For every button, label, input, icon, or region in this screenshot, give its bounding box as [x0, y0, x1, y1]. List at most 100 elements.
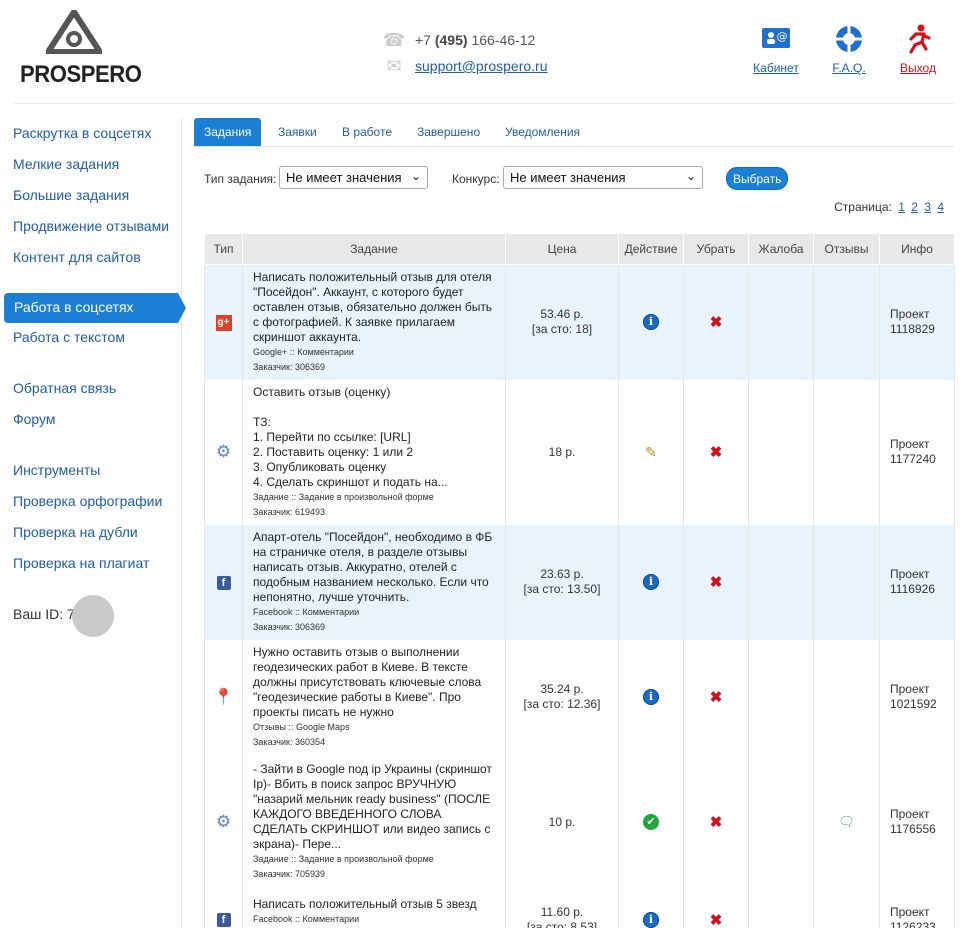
task-text: Оставить отзыв (оценку) ТЗ: 1. Перейти п… — [253, 384, 448, 489]
remove-icon[interactable]: ✖ — [710, 314, 723, 331]
remove-icon[interactable]: ✖ — [710, 814, 723, 831]
action-cell: i — [618, 264, 684, 380]
task-type-select[interactable]: Не имеет значения ⌄ — [279, 166, 428, 189]
sidebar-item-big-tasks[interactable]: Большие задания — [13, 187, 129, 203]
page-link[interactable]: 4 — [937, 200, 944, 214]
col-task[interactable]: Задание — [242, 233, 506, 265]
info-cell: Проект 1176556 — [879, 754, 955, 890]
table-header-row: Тип Задание Цена Действие Убрать Жалоба … — [204, 233, 955, 265]
page-link[interactable]: 3 — [924, 200, 931, 214]
complaint-cell — [748, 889, 814, 928]
tab-applications[interactable]: Заявки — [268, 118, 327, 146]
price-per-hundred: [за сто: 13.50] — [523, 582, 601, 596]
chevron-down-icon: ⌄ — [410, 169, 421, 183]
comment-icon[interactable]: 🗨 — [838, 814, 855, 829]
reviews-cell — [813, 524, 880, 640]
info-icon[interactable]: i — [643, 911, 659, 928]
info-cell: Проект 1116926 — [879, 524, 955, 640]
table-row: f Апарт-отель "Посейдон", необходимо в ФБ… — [204, 524, 955, 640]
logo[interactable]: PROSPERO — [20, 10, 142, 90]
info-cell: Проект 1118829 — [879, 264, 955, 380]
google-plus-icon: g+ — [215, 314, 232, 331]
sidebar-item-feedback[interactable]: Обратная связь — [13, 380, 116, 396]
task-category: Отзывы :: Google Maps — [253, 721, 350, 732]
reviews-cell: 🗨 — [813, 754, 880, 890]
complaint-cell — [748, 379, 814, 525]
task-cell: Апарт-отель "Посейдон", необходимо в ФБ … — [242, 524, 506, 640]
header-divider — [14, 103, 954, 104]
sidebar-item-duplicates[interactable]: Проверка на дубли — [13, 524, 138, 540]
remove-cell: ✖ — [683, 639, 749, 755]
sidebar-item-small-tasks[interactable]: Мелкие задания — [13, 156, 119, 172]
info-icon[interactable]: i — [643, 689, 659, 705]
task-category: Facebook :: Комментарии — [253, 914, 360, 924]
type-cell: 📍 — [204, 639, 243, 755]
remove-cell: ✖ — [683, 264, 749, 380]
edit-note-icon[interactable]: ✎ — [645, 444, 657, 460]
price-cell: 11.60 р. [за сто: 8.53] — [505, 889, 619, 928]
sidebar-item-review-promo[interactable]: Продвижение отзывами — [13, 218, 169, 234]
complaint-cell — [748, 264, 814, 380]
task-cell: - Зайти в Google под ip Украины (скриншо… — [242, 754, 506, 890]
complaint-cell — [748, 754, 814, 890]
price-value: 53.46 р. — [540, 307, 584, 322]
col-complaint: Жалоба — [748, 233, 814, 265]
user-id: Ваш ID: 7 — [13, 606, 75, 622]
sidebar-item-plagiarism[interactable]: Проверка на плагиат — [13, 555, 149, 571]
sidebar-item-forum[interactable]: Форум — [13, 411, 56, 427]
exit-runner-icon — [909, 24, 931, 54]
tab-notifications[interactable]: Уведомления — [495, 118, 590, 146]
col-type[interactable]: Тип — [204, 233, 243, 265]
remove-cell: ✖ — [683, 754, 749, 890]
task-text: - Зайти в Google под ip Украины (скриншо… — [253, 762, 492, 851]
cabinet-link[interactable]: @ Кабинет — [741, 22, 811, 75]
remove-icon[interactable]: ✖ — [710, 574, 723, 591]
action-cell: ✎ — [618, 379, 684, 525]
logout-link[interactable]: Выход — [883, 22, 953, 75]
remove-icon[interactable]: ✖ — [710, 912, 723, 928]
contest-label: Конкурс: — [452, 172, 500, 186]
info-icon[interactable]: i — [643, 574, 659, 590]
sidebar-item-text-work[interactable]: Работа с текстом — [13, 329, 125, 345]
price-value: 10 р. — [548, 814, 576, 829]
mail-icon: ✉ — [386, 55, 402, 76]
tab-tasks[interactable]: Задания — [194, 118, 262, 146]
sidebar-item-spellcheck[interactable]: Проверка орфографии — [13, 493, 162, 509]
page-link[interactable]: 2 — [911, 200, 918, 214]
task-cell: Написать положительный отзыв для отеля "… — [242, 264, 506, 380]
facebook-icon: f — [216, 913, 231, 927]
sidebar-item-site-content[interactable]: Контент для сайтов — [13, 249, 141, 265]
table-row: ⚙ Оставить отзыв (оценку) ТЗ: 1. Перейти … — [204, 379, 955, 525]
action-cell: i — [618, 639, 684, 755]
tab-in-progress[interactable]: В работе — [332, 118, 402, 146]
map-pin-icon: 📍 — [213, 689, 234, 706]
remove-icon[interactable]: ✖ — [710, 689, 723, 706]
task-customer: Заказчик: 306369 — [253, 621, 325, 632]
complaint-cell — [748, 639, 814, 755]
remove-icon[interactable]: ✖ — [710, 444, 723, 461]
col-price[interactable]: Цена — [505, 233, 619, 265]
type-cell: g+ — [204, 264, 243, 380]
page-link[interactable]: 1 — [898, 200, 905, 214]
sidebar-item-social-work[interactable]: Работа в соцсетях — [4, 293, 186, 323]
task-cell: Написать положительный отзыв 5 звезд Face… — [242, 889, 506, 928]
support-email-link[interactable]: support@prospero.ru — [415, 58, 548, 74]
table-row: 📍 Нужно оставить отзыв о выполнении геоде… — [204, 639, 955, 755]
price-value: 35.24 р. — [540, 682, 584, 696]
tab-completed[interactable]: Завершено — [407, 118, 490, 146]
contact-block: ☎ +7 (495) 166-46-12 ✉ support@prospero.… — [383, 27, 548, 79]
action-cell: i — [618, 889, 684, 928]
sidebar-item-tools[interactable]: Инструменты — [13, 462, 100, 478]
price-value: 11.60 р. — [540, 904, 584, 919]
logo-text: PROSPERO — [20, 61, 142, 88]
check-icon[interactable]: ✔ — [643, 814, 659, 830]
sidebar-item-social-promo[interactable]: Раскрутка в соцсетях — [13, 125, 151, 141]
remove-cell: ✖ — [683, 524, 749, 640]
action-cell: ✔ — [618, 754, 684, 890]
svg-text:@: @ — [777, 30, 788, 43]
faq-link[interactable]: F.A.Q. — [814, 22, 884, 75]
info-icon[interactable]: i — [643, 314, 659, 331]
task-text: Апарт-отель "Посейдон", необходимо в ФБ … — [253, 529, 493, 604]
apply-filter-button[interactable]: Выбрать — [726, 167, 789, 190]
contest-select[interactable]: Не имеет значения ⌄ — [503, 166, 703, 189]
